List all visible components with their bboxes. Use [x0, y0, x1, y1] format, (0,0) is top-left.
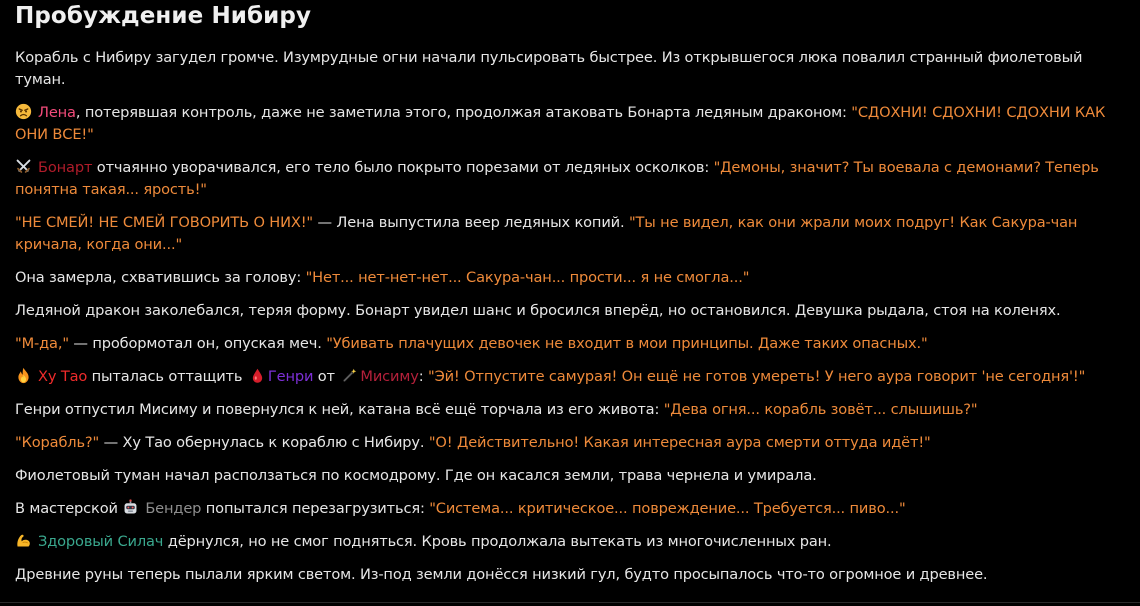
narration-text: попытался перезагрузиться:	[201, 500, 430, 517]
narration-text: от	[313, 368, 340, 385]
narration-paragraph: Ледяной дракон заколебался, теряя форму.…	[15, 300, 1125, 322]
blood-drop-icon	[249, 367, 266, 384]
dialogue-quote: "Убивать плачущих девочек не входит в мо…	[326, 335, 928, 352]
crossed-swords-icon	[15, 158, 32, 175]
character-name-misima[interactable]: Мисиму	[360, 368, 418, 385]
dialogue-paragraph: "Корабль?" — Ху Тао обернулась к кораблю…	[15, 432, 1125, 454]
dialogue-quote: "НЕ СМЕЙ! НЕ СМЕЙ ГОВОРИТЬ О НИХ!"	[15, 214, 313, 231]
narration-text: дёрнулся, но не смог подняться. Кровь пр…	[163, 533, 832, 550]
narration-text: Она замерла, схватившись за голову:	[15, 269, 306, 286]
narration-text: Фиолетовый туман начал расползаться по к…	[15, 467, 817, 484]
character-name-genri[interactable]: Генри	[268, 368, 314, 385]
dialogue-paragraph: "НЕ СМЕЙ! НЕ СМЕЙ ГОВОРИТЬ О НИХ!" — Лен…	[15, 212, 1125, 256]
dialogue-quote: "Система... критическое... повреждение..…	[429, 500, 906, 517]
dialogue-paragraph: Она замерла, схватившись за голову: "Нет…	[15, 267, 1125, 289]
character-name-hutao[interactable]: Ху Тао	[38, 368, 87, 385]
flexed-biceps-icon	[15, 532, 32, 549]
narration-text: отчаянно уворачивался, его тело было пок…	[92, 159, 714, 176]
dialogue-paragraph: "М-да," — пробормотал он, опуская меч. "…	[15, 333, 1125, 355]
narration-paragraph: Древние руны теперь пылали ярким светом.…	[15, 564, 1125, 586]
narration-text: Древние руны теперь пылали ярким светом.…	[15, 566, 988, 583]
dialogue-quote: "Нет... нет-нет-нет... Сакура-чан... про…	[305, 269, 750, 286]
character-name-silach[interactable]: Здоровый Силач	[38, 533, 163, 550]
narration-text: пыталась оттащить	[87, 368, 247, 385]
narration-text: Ледяной дракон заколебался, теряя форму.…	[15, 302, 1061, 319]
divider	[0, 602, 1140, 603]
narration-text: В мастерской	[15, 500, 123, 517]
character-name-bonart[interactable]: Бонарт	[38, 159, 92, 176]
character-name-lena[interactable]: Лена	[38, 104, 76, 121]
hutao-paragraph: Ху Тао пыталась оттащить Генри от Мисиму…	[15, 366, 1125, 388]
narration-text: Корабль с Нибиру загудел громче. Изумруд…	[15, 49, 1083, 88]
lena-paragraph: Лена, потерявшая контроль, даже не замет…	[15, 102, 1125, 146]
fire-icon	[15, 367, 32, 384]
bonart-paragraph: Бонарт отчаянно уворачивался, его тело б…	[15, 157, 1125, 201]
dialogue-paragraph: Генри отпустил Мисиму и повернулся к ней…	[15, 399, 1125, 421]
narration-text: Генри отпустил Мисиму и повернулся к ней…	[15, 401, 664, 418]
narration-text: — пробормотал он, опуская меч.	[68, 335, 327, 352]
dialogue-quote: "О! Действительно! Какая интересная аура…	[428, 434, 931, 451]
robot-face-icon	[122, 499, 139, 516]
angry-face-icon	[15, 103, 32, 120]
dialogue-quote: "Дева огня... корабль зовёт... слышишь?"	[663, 401, 978, 418]
bender-paragraph: В мастерской Бендер попытался перезагруз…	[15, 498, 1125, 520]
narration-text: — Ху Тао обернулась к кораблю с Нибиру.	[99, 434, 429, 451]
story-container: Пробуждение Нибиру Корабль с Нибиру загу…	[0, 0, 1140, 586]
dialogue-quote: "Эй! Отпустите самурая! Он ещё не готов …	[428, 368, 1086, 385]
silach-paragraph: Здоровый Силач дёрнулся, но не смог подн…	[15, 531, 1125, 553]
narration-text: — Лена выпустила веер ледяных копий.	[313, 214, 629, 231]
dialogue-quote: "Корабль?"	[15, 434, 100, 451]
narration-text: :	[418, 368, 428, 385]
magic-wand-icon	[341, 367, 358, 384]
character-name-bender[interactable]: Бендер	[145, 500, 201, 517]
page-title: Пробуждение Нибиру	[15, 3, 312, 29]
dialogue-quote: "М-да,"	[15, 335, 69, 352]
narration-text: , потерявшая контроль, даже не заметила …	[75, 104, 852, 121]
narration-paragraph: Фиолетовый туман начал расползаться по к…	[15, 465, 1125, 487]
narration-paragraph: Корабль с Нибиру загудел громче. Изумруд…	[15, 47, 1125, 91]
